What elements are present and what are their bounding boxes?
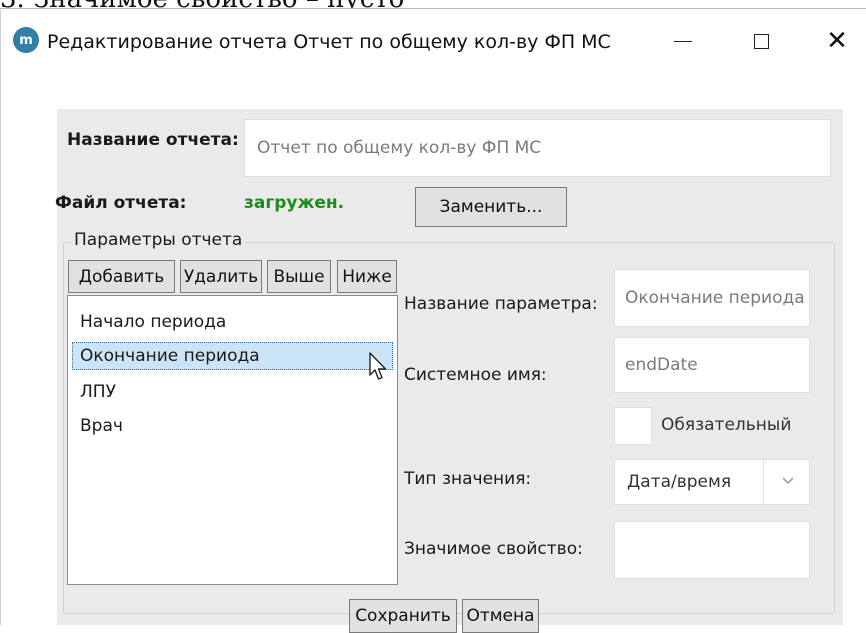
- chevron-down-icon[interactable]: [778, 470, 798, 490]
- close-icon: ✕: [826, 26, 848, 56]
- report-editor-window: m Редактирование отчета Отчет по общему …: [0, 8, 866, 633]
- parameter-name-value: Окончание периода: [625, 288, 805, 308]
- window-title: Редактирование отчета Отчет по общему ко…: [47, 31, 611, 53]
- mouse-cursor-icon: [369, 352, 387, 380]
- report-name-input[interactable]: Отчет по общему кол-ву ФП МС: [244, 119, 831, 177]
- minimize-icon: [674, 40, 692, 42]
- parameters-list[interactable]: Начало периода Окончание периода ЛПУ Вра…: [67, 295, 398, 585]
- system-name-value: endDate: [625, 355, 698, 375]
- maximize-button[interactable]: [735, 19, 787, 63]
- parameter-name-input[interactable]: Окончание периода: [614, 269, 810, 327]
- report-file-status: загружен.: [244, 193, 345, 213]
- report-name-value: Отчет по общему кол-ву ФП МС: [257, 138, 542, 158]
- replace-file-button[interactable]: Заменить...: [415, 187, 567, 227]
- system-name-label: Системное имя:: [404, 365, 547, 385]
- save-button[interactable]: Сохранить: [349, 599, 457, 633]
- list-item[interactable]: ЛПУ: [80, 382, 116, 402]
- minimize-button[interactable]: [657, 19, 709, 63]
- delete-parameter-button[interactable]: Удалить: [180, 260, 262, 293]
- list-item-selected[interactable]: Окончание периода: [72, 342, 393, 370]
- value-type-selected: Дата/время: [627, 472, 732, 492]
- maximize-icon: [753, 33, 769, 49]
- title-bar[interactable]: m Редактирование отчета Отчет по общему …: [1, 9, 866, 71]
- report-form-panel: Название отчета: Отчет по общему кол-ву …: [55, 109, 843, 633]
- required-label: Обязательный: [661, 415, 792, 435]
- cancel-button[interactable]: Отмена: [462, 599, 539, 633]
- report-parameters-title: Параметры отчета: [71, 230, 246, 250]
- parameter-name-label: Название параметра:: [404, 294, 598, 314]
- move-up-button[interactable]: Выше: [267, 260, 331, 293]
- significant-property-input[interactable]: [614, 521, 810, 579]
- required-checkbox[interactable]: [614, 407, 652, 445]
- report-name-label: Название отчета:: [67, 130, 239, 150]
- app-logo-icon: m: [13, 27, 39, 53]
- list-item[interactable]: Врач: [80, 416, 123, 436]
- close-button[interactable]: ✕: [811, 19, 863, 63]
- add-parameter-button[interactable]: Добавить: [68, 260, 175, 293]
- report-file-label: Файл отчета:: [55, 193, 187, 213]
- system-name-input[interactable]: endDate: [614, 337, 810, 393]
- value-type-label: Тип значения:: [404, 469, 532, 489]
- move-down-button[interactable]: Ниже: [337, 260, 397, 293]
- list-item[interactable]: Начало периода: [80, 312, 226, 332]
- value-type-select[interactable]: Дата/время: [614, 459, 810, 505]
- select-divider: [763, 460, 764, 504]
- significant-property-label: Значимое свойство:: [404, 539, 583, 559]
